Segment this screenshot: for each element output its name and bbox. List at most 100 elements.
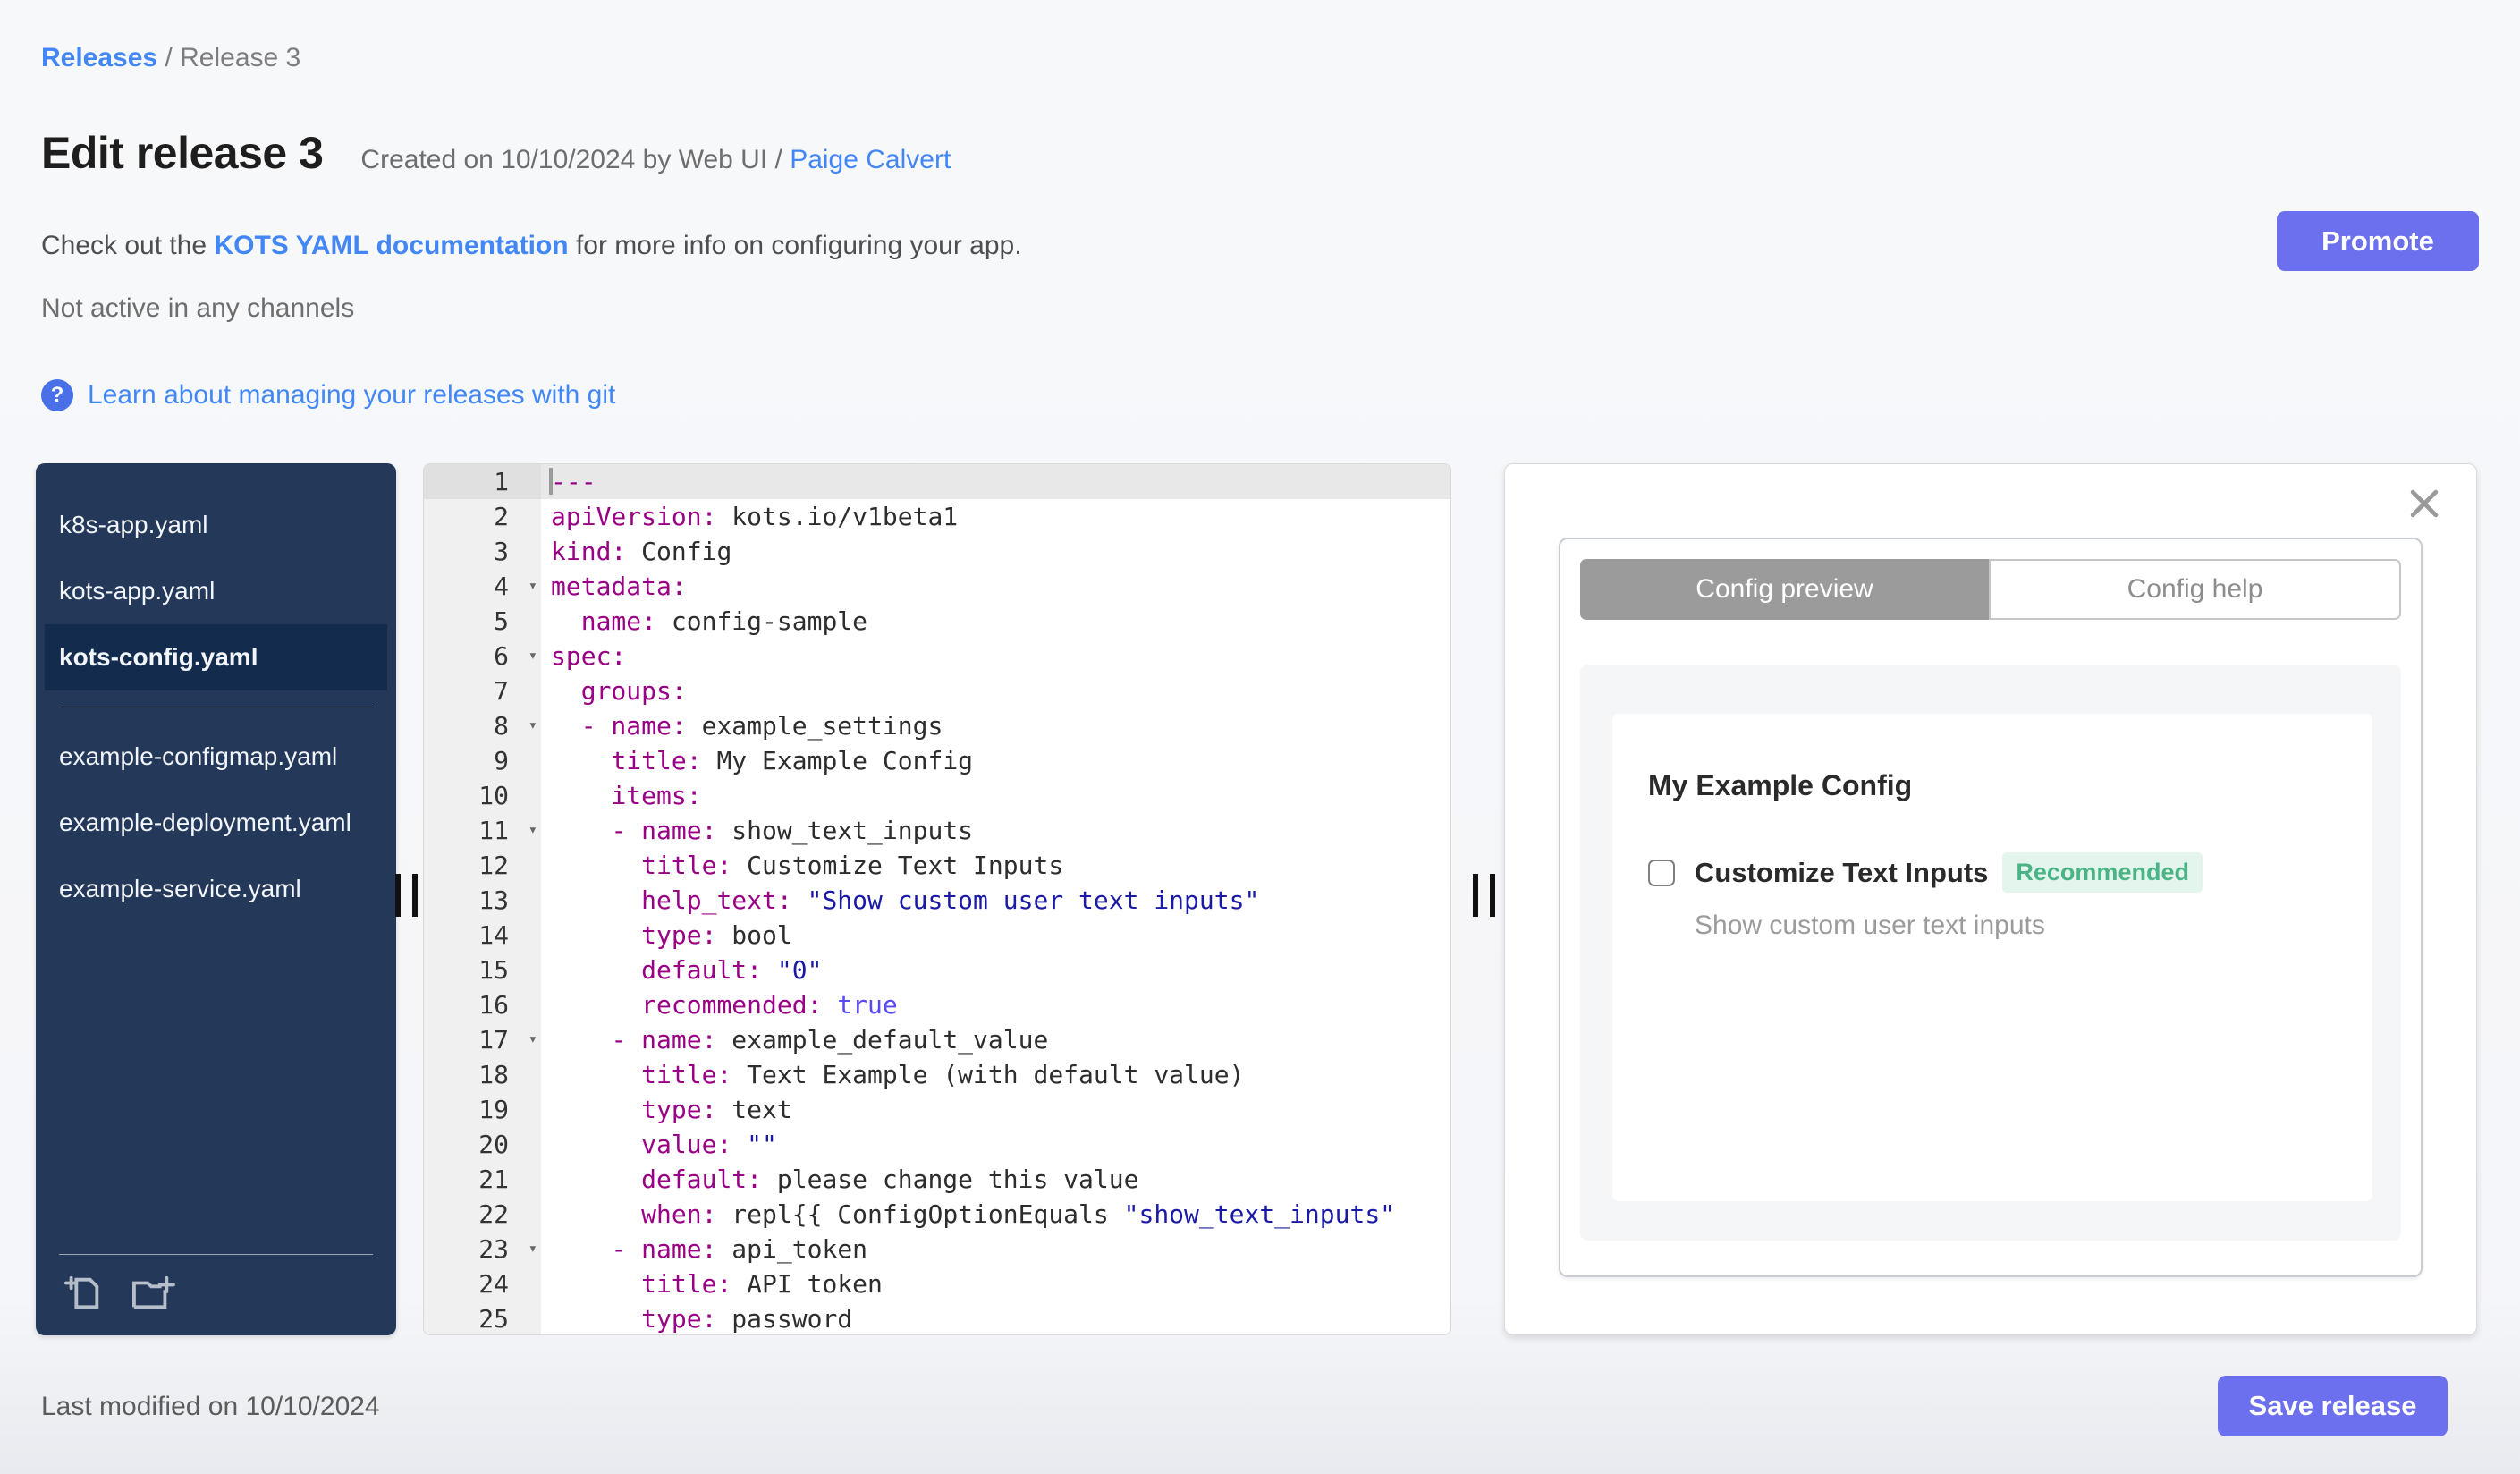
title-row: Edit release 3 Created on 10/10/2024 by … bbox=[41, 127, 951, 179]
tab-config-preview[interactable]: Config preview bbox=[1580, 559, 1989, 620]
add-file-icon[interactable] bbox=[63, 1273, 104, 1314]
editor-line-18[interactable]: 18 title: Text Example (with default val… bbox=[424, 1057, 1450, 1092]
promote-button[interactable]: Promote bbox=[2277, 211, 2479, 271]
editor-code-22: when: repl{{ ConfigOptionEquals "show_te… bbox=[641, 1199, 1396, 1229]
sidebar-file-k8s-app.yaml[interactable]: k8s-app.yaml bbox=[36, 492, 396, 558]
editor-line-2[interactable]: 2 apiVersion: kots.io/v1beta1 bbox=[424, 499, 1450, 534]
doc-line: Check out the KOTS YAML documentation fo… bbox=[41, 231, 1022, 261]
author-link[interactable]: Paige Calvert bbox=[790, 145, 951, 174]
fold-arrow-icon[interactable]: ▾ bbox=[529, 1022, 537, 1057]
editor-gutter-3: 3 bbox=[424, 534, 541, 569]
fold-arrow-icon[interactable]: ▾ bbox=[529, 569, 537, 604]
created-on-prefix: Created on 10/10/2024 by Web UI / bbox=[360, 145, 791, 174]
editor-gutter-18: 18 bbox=[424, 1057, 541, 1092]
editor-gutter-21: 21 bbox=[424, 1162, 541, 1197]
editor-line-16[interactable]: 16 recommended: true bbox=[424, 987, 1450, 1022]
editor-line-7[interactable]: 7 groups: bbox=[424, 673, 1450, 708]
config-item-checkbox[interactable] bbox=[1648, 859, 1675, 886]
editor-code-11: - name: show_text_inputs bbox=[611, 816, 974, 845]
git-help-row: ? Learn about managing your releases wit… bbox=[41, 379, 615, 411]
editor-code-15: default: "0" bbox=[641, 955, 823, 985]
editor-gutter-6: 6 ▾ bbox=[424, 639, 541, 673]
editor-line-11[interactable]: 11 ▾ - name: show_text_inputs bbox=[424, 813, 1450, 848]
kots-yaml-doc-link[interactable]: KOTS YAML documentation bbox=[214, 231, 568, 260]
add-folder-icon[interactable] bbox=[131, 1273, 175, 1314]
sidebar-bottom bbox=[36, 1238, 396, 1335]
config-preview-panel: Config preview Config help My Example Co… bbox=[1504, 463, 2477, 1335]
editor-code-25: type: password bbox=[641, 1304, 853, 1334]
editor-gutter-22: 22 bbox=[424, 1197, 541, 1232]
editor-code-21: default: please change this value bbox=[641, 1165, 1139, 1194]
recommended-badge: Recommended bbox=[2002, 852, 2203, 893]
sidebar-resize-handle[interactable] bbox=[395, 874, 426, 917]
editor-line-12[interactable]: 12 title: Customize Text Inputs bbox=[424, 848, 1450, 883]
doc-line-suffix: for more info on configuring your app. bbox=[568, 231, 1022, 260]
editor-gutter-7: 7 bbox=[424, 673, 541, 708]
editor-resize-handle[interactable] bbox=[1473, 874, 1503, 917]
tab-config-help[interactable]: Config help bbox=[1989, 559, 2401, 620]
editor-code-4: metadata: bbox=[551, 572, 687, 601]
editor-line-3[interactable]: 3 kind: Config bbox=[424, 534, 1450, 569]
git-releases-link[interactable]: Learn about managing your releases with … bbox=[88, 380, 615, 411]
sidebar-icon-row bbox=[36, 1273, 396, 1314]
editor-line-14[interactable]: 14 type: bool bbox=[424, 918, 1450, 953]
sidebar-file-example-configmap.yaml[interactable]: example-configmap.yaml bbox=[36, 724, 396, 790]
breadcrumb-releases-link[interactable]: Releases bbox=[41, 43, 157, 72]
editor-gutter-15: 15 bbox=[424, 953, 541, 987]
editor-gutter-5: 5 bbox=[424, 604, 541, 639]
save-release-button[interactable]: Save release bbox=[2218, 1376, 2448, 1436]
config-item-help-text: Show custom user text inputs bbox=[1695, 911, 2045, 940]
close-icon[interactable] bbox=[2405, 484, 2444, 523]
editor-line-22[interactable]: 22 when: repl{{ ConfigOptionEquals "show… bbox=[424, 1197, 1450, 1232]
editor-line-17[interactable]: 17 ▾ - name: example_default_value bbox=[424, 1022, 1450, 1057]
breadcrumb-separator: / bbox=[157, 43, 181, 72]
fold-arrow-icon[interactable]: ▾ bbox=[529, 1232, 537, 1266]
editor-code-12: title: Customize Text Inputs bbox=[641, 851, 1064, 880]
editor-line-8[interactable]: 8 ▾ - name: example_settings bbox=[424, 708, 1450, 743]
sidebar-file-kots-config.yaml[interactable]: kots-config.yaml bbox=[45, 624, 387, 690]
editor-line-19[interactable]: 19 type: text bbox=[424, 1092, 1450, 1127]
editor-gutter-11: 11 ▾ bbox=[424, 813, 541, 848]
editor-gutter-25: 25 bbox=[424, 1301, 541, 1334]
editor-code-23: - name: api_token bbox=[611, 1234, 868, 1264]
file-sidebar: k8s-app.yaml kots-app.yaml kots-config.yam… bbox=[36, 463, 396, 1335]
editor-line-21[interactable]: 21 default: please change this value bbox=[424, 1162, 1450, 1197]
sidebar-file-example-service.yaml[interactable]: example-service.yaml bbox=[36, 856, 396, 922]
editor-line-6[interactable]: 6 ▾ spec: bbox=[424, 639, 1450, 673]
editor-code-7: groups: bbox=[580, 676, 687, 706]
editor-gutter-10: 10 bbox=[424, 778, 541, 813]
breadcrumb: Releases / Release 3 bbox=[41, 43, 300, 73]
editor-line-5[interactable]: 5 name: config-sample bbox=[424, 604, 1450, 639]
doc-line-prefix: Check out the bbox=[41, 231, 215, 260]
editor-line-4[interactable]: 4 ▾ metadata: bbox=[424, 569, 1450, 604]
editor-line-13[interactable]: 13 help_text: "Show custom user text inp… bbox=[424, 883, 1450, 918]
fold-arrow-icon[interactable]: ▾ bbox=[529, 639, 537, 673]
editor-gutter-17: 17 ▾ bbox=[424, 1022, 541, 1057]
created-on-text: Created on 10/10/2024 by Web UI / Paige … bbox=[360, 145, 951, 175]
editor-gutter-16: 16 bbox=[424, 987, 541, 1022]
editor-gutter-8: 8 ▾ bbox=[424, 708, 541, 743]
editor-line-10[interactable]: 10 items: bbox=[424, 778, 1450, 813]
editor-line-20[interactable]: 20 value: "" bbox=[424, 1127, 1450, 1162]
editor-line-15[interactable]: 15 default: "0" bbox=[424, 953, 1450, 987]
editor-code-16: recommended: true bbox=[641, 990, 898, 1020]
editor-line-9[interactable]: 9 title: My Example Config bbox=[424, 743, 1450, 778]
editor-line-24[interactable]: 24 title: API token bbox=[424, 1266, 1450, 1301]
editor-line-1[interactable]: 1 --- bbox=[424, 464, 1450, 499]
editor-code-1: --- bbox=[549, 467, 596, 496]
question-circle-icon[interactable]: ? bbox=[41, 379, 73, 411]
sidebar-file-example-deployment.yaml[interactable]: example-deployment.yaml bbox=[36, 790, 396, 856]
editor-line-23[interactable]: 23 ▾ - name: api_token bbox=[424, 1232, 1450, 1266]
config-item-label: Customize Text Inputs bbox=[1695, 856, 1989, 888]
editor-line-25[interactable]: 25 type: password bbox=[424, 1301, 1450, 1334]
editor-gutter-19: 19 bbox=[424, 1092, 541, 1127]
yaml-editor[interactable]: 1 --- 2 apiVersion: kots.io/v1beta1 3 kind: C… bbox=[423, 463, 1451, 1335]
breadcrumb-current: Release 3 bbox=[180, 43, 301, 72]
editor-code-9: title: My Example Config bbox=[611, 746, 974, 775]
fold-arrow-icon[interactable]: ▾ bbox=[529, 813, 537, 848]
editor-gutter-20: 20 bbox=[424, 1127, 541, 1162]
sidebar-file-kots-app.yaml[interactable]: kots-app.yaml bbox=[36, 558, 396, 624]
editor-code-3: kind: Config bbox=[551, 537, 732, 566]
text-cursor bbox=[549, 468, 553, 495]
fold-arrow-icon[interactable]: ▾ bbox=[529, 708, 537, 743]
